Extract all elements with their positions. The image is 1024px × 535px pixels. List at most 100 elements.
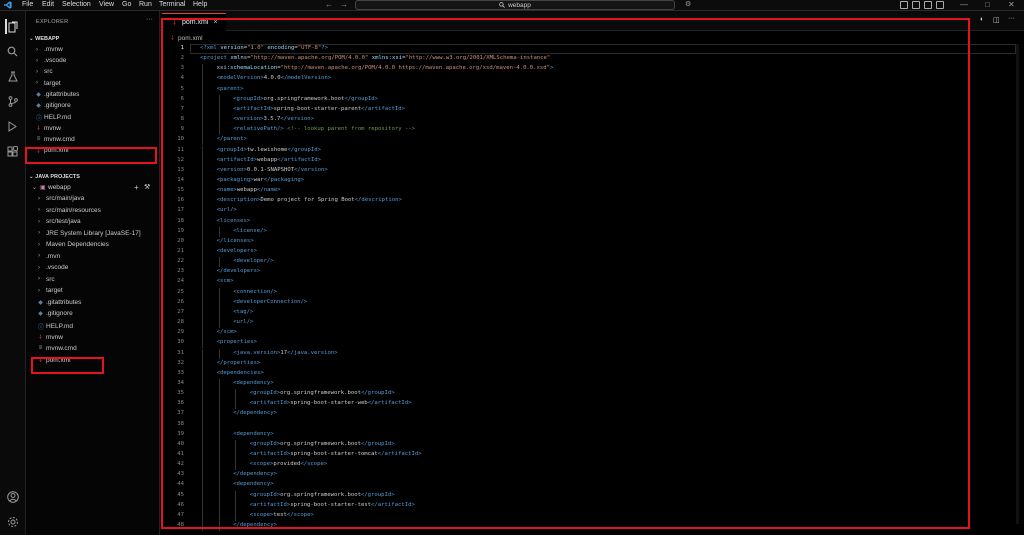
java-projects-label: JAVA PROJECTS (35, 174, 80, 180)
open-preview-icon[interactable]: ◐ (980, 16, 984, 23)
explorer-item[interactable]: › src (36, 68, 53, 75)
java-item[interactable]: ⓘ HELP.md (38, 322, 73, 331)
java-item-label: target (46, 287, 63, 294)
java-pom-highlight-box (31, 357, 104, 374)
menu-run[interactable]: Run (139, 1, 152, 8)
java-item-label: mvnw (46, 333, 63, 341)
minimize-icon[interactable]: — (960, 0, 968, 9)
java-item[interactable]: ◆ .gitignore (38, 310, 73, 317)
maximize-icon[interactable]: □ (985, 0, 990, 9)
search-label: webapp (508, 1, 531, 9)
java-item[interactable]: › src (38, 276, 55, 283)
command-center-search[interactable]: webapp (355, 0, 675, 10)
plain-file-icon: ≡ (36, 136, 41, 143)
search-icon[interactable] (5, 44, 20, 59)
explorer-item-label: .vscode (44, 57, 67, 65)
source-control-icon[interactable] (5, 94, 20, 109)
manage-gear-icon[interactable] (5, 514, 20, 529)
git-file-icon: ◆ (38, 299, 43, 306)
toggle-sidebar-icon[interactable] (900, 1, 908, 9)
java-item[interactable]: › src/test/java (38, 218, 81, 225)
java-item[interactable]: › .mvn (38, 253, 60, 260)
git-file-icon: ◆ (36, 103, 41, 109)
menu-terminal[interactable]: Terminal (159, 1, 185, 8)
chevron-right-icon: › (38, 264, 40, 271)
toggle-secondary-sidebar-icon[interactable] (924, 1, 932, 9)
account-icon[interactable] (5, 489, 20, 504)
workspace-section-label: WEBAPP (35, 36, 60, 42)
java-item[interactable]: › src/main/resources (38, 207, 101, 214)
explorer-item[interactable]: ◆ .gitignore (36, 102, 71, 109)
java-item[interactable]: › src/main/java (38, 195, 84, 202)
java-item-label: src/test/java (46, 218, 81, 225)
explorer-sidebar: EXPLORER ··· ⌄ WEBAPP › .mvnw › .vscode › src… (26, 11, 160, 535)
project-icon: ▣ (40, 185, 46, 191)
extensions-icon[interactable] (5, 144, 20, 159)
java-projects-section-header[interactable]: ⌄ JAVA PROJECTS (29, 174, 80, 180)
chevron-right-icon: › (36, 57, 38, 64)
explorer-item[interactable]: › target (36, 80, 61, 87)
explorer-item-label: HELP.md (44, 114, 71, 122)
forward-arrow-icon[interactable]: → (340, 0, 348, 9)
md-file-icon: ⓘ (38, 324, 45, 331)
explorer-item[interactable]: › .vscode (36, 57, 66, 64)
customize-layout-icon[interactable] (936, 1, 944, 9)
chevron-right-icon: › (38, 253, 40, 259)
explorer-item[interactable]: ≡ mvnw.cmd (36, 136, 75, 143)
java-item-label: .vscode (46, 264, 69, 271)
menu-help[interactable]: Help (193, 1, 207, 8)
java-item[interactable]: › Maven Dependencies (38, 241, 109, 248)
chevron-right-icon: › (36, 46, 38, 53)
chevron-right-icon: › (38, 276, 40, 282)
chevron-right-icon: › (38, 195, 40, 202)
back-arrow-icon[interactable]: ← (325, 0, 333, 9)
explorer-icon[interactable] (5, 19, 20, 34)
title-bar: File Edit Selection View Go Run Terminal… (0, 0, 1024, 11)
java-item[interactable]: › target (38, 287, 63, 294)
java-item-label: .gitattributes (46, 298, 82, 306)
explorer-item-label: src (44, 68, 53, 76)
run-debug-icon[interactable] (5, 119, 20, 134)
scrollbar[interactable] (1016, 44, 1019, 524)
chevron-down-icon: ⌄ (32, 185, 38, 191)
explorer-item[interactable]: ◆ .gitattributes (36, 91, 79, 98)
vscode-logo-icon (4, 1, 12, 9)
java-item-label: JRE System Library [JavaSE-17] (46, 229, 141, 237)
menu-view[interactable]: View (99, 1, 114, 8)
java-item[interactable]: ⸸ mvnw (38, 333, 63, 342)
chevron-right-icon: › (36, 80, 38, 87)
java-item[interactable]: ◆ .gitattributes (38, 299, 81, 306)
xml-file-icon: ⸸ (39, 335, 42, 341)
java-item[interactable]: › .vscode (38, 264, 68, 271)
git-file-icon: ◆ (38, 311, 43, 317)
explorer-item-label: mvnw (44, 124, 61, 132)
editor-more-icon[interactable]: ··· (1008, 15, 1015, 22)
menu-go[interactable]: Go (122, 1, 131, 8)
more-actions-icon[interactable]: ··· (146, 16, 153, 23)
toggle-panel-icon[interactable] (912, 1, 920, 9)
menu-file[interactable]: File (22, 1, 33, 8)
java-item[interactable]: › JRE System Library [JavaSE-17] (38, 230, 141, 237)
add-icon[interactable]: + (134, 183, 139, 192)
chevron-right-icon: › (38, 241, 40, 248)
testing-flask-icon[interactable] (5, 69, 20, 84)
explorer-item-label: .gitattributes (44, 90, 80, 98)
menu-edit[interactable]: Edit (42, 1, 54, 8)
menu-selection[interactable]: Selection (62, 1, 91, 8)
java-project-root[interactable]: ⌄ ▣ webapp (32, 184, 71, 191)
explorer-item[interactable]: ⸸ mvnw (36, 124, 61, 133)
explorer-item[interactable]: › .mvnw (36, 46, 63, 53)
split-editor-icon[interactable]: ◫ (993, 16, 1000, 24)
plain-file-icon: ≡ (38, 345, 43, 351)
java-item-label: Maven Dependencies (46, 241, 109, 248)
build-icon[interactable]: ⚒ (144, 183, 150, 191)
close-window-icon[interactable]: ✕ (1008, 0, 1015, 9)
java-item[interactable]: ≡ mvnw.cmd (38, 345, 77, 352)
java-item-label: HELP.md (46, 322, 73, 330)
chevron-right-icon: › (38, 207, 40, 213)
copilot-icon[interactable]: ⚙ (685, 0, 691, 8)
java-item-label: src (46, 275, 55, 283)
chevron-right-icon: › (38, 287, 40, 294)
explorer-item[interactable]: ⓘ HELP.md (36, 113, 71, 122)
workspace-section-header[interactable]: ⌄ WEBAPP (29, 36, 59, 42)
